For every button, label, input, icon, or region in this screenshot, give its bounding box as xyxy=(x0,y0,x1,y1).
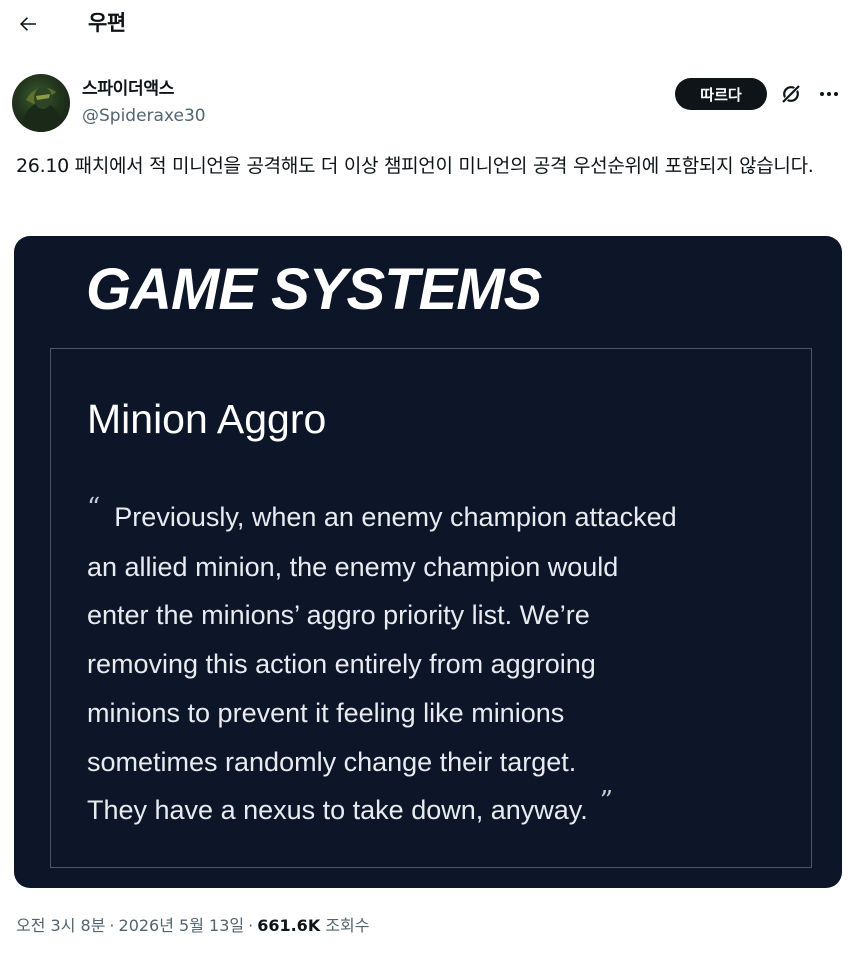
tweet-text: 26.10 패치에서 적 미니언을 공격해도 더 이상 챔피언이 미니언의 공격… xyxy=(16,155,814,177)
quote-line: an allied minion, the enemy champion wou… xyxy=(87,551,619,582)
views-label: 조회수 xyxy=(325,916,370,935)
display-name[interactable]: 스파이더액스 xyxy=(82,78,174,100)
image-headline: GAME SYSTEMS xyxy=(86,257,542,322)
tweet-author: 스파이더액스 @Spideraxe30 따르다 xyxy=(12,74,838,134)
back-button[interactable] xyxy=(12,8,44,40)
more-horizontal-icon xyxy=(820,92,838,96)
tweet-time[interactable]: 오전 3시 8분 xyxy=(16,916,105,935)
grok-button[interactable] xyxy=(777,80,805,108)
quote-line: removing this action entirely from aggro… xyxy=(87,649,596,680)
grok-icon xyxy=(780,83,802,105)
tweet-date[interactable]: 2026년 5월 13일 xyxy=(119,916,245,935)
quote-line: sometimes randomly change their target. xyxy=(87,746,577,777)
tweet-image[interactable]: GAME SYSTEMS Minion Aggro “Previously, w… xyxy=(14,236,842,888)
top-bar: 우편 xyxy=(0,0,850,56)
close-quote-mark: ” xyxy=(599,786,614,817)
meta-separator: · xyxy=(109,916,115,935)
meta-separator: · xyxy=(248,916,254,935)
image-subtitle: Minion Aggro xyxy=(87,396,327,442)
image-frame: Minion Aggro “Previously, when an enemy … xyxy=(50,348,812,868)
follow-button[interactable]: 따르다 xyxy=(675,78,767,110)
more-options-button[interactable] xyxy=(815,80,843,108)
avatar[interactable] xyxy=(12,74,70,132)
quote-line: They have a nexus to take down, anyway.” xyxy=(87,786,614,826)
open-quote-mark: “ xyxy=(87,493,101,523)
tweet-meta: 오전 3시 8분 · 2026년 5월 13일 · 661.6K 조회수 xyxy=(16,914,369,938)
quote-line: enter the minions’ aggro priority list. … xyxy=(87,600,590,631)
arrow-left-icon xyxy=(20,17,36,31)
image-quote: “Previously, when an enemy champion atta… xyxy=(87,493,787,836)
quote-line: minions to prevent it feeling like minio… xyxy=(87,697,565,728)
quote-line: “Previously, when an enemy champion atta… xyxy=(87,493,677,532)
views-count: 661.6K xyxy=(257,916,321,935)
page-title: 우편 xyxy=(88,11,126,35)
user-handle[interactable]: @Spideraxe30 xyxy=(82,105,206,127)
